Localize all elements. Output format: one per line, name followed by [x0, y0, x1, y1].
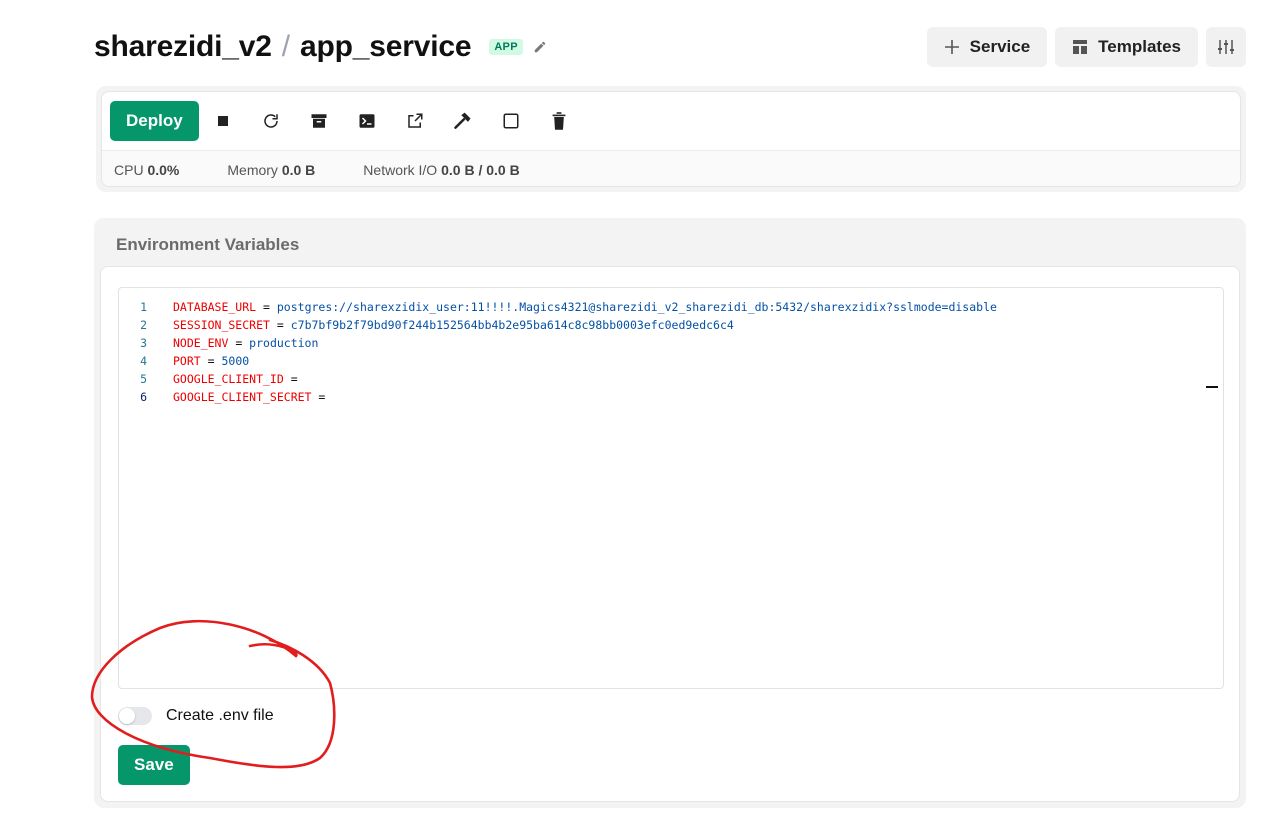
editor-line: 6 GOOGLE_CLIENT_SECRET =	[119, 388, 1223, 406]
environment-section: Environment Variables 1 DATABASE_URL = po…	[94, 218, 1246, 808]
edit-pencil-icon[interactable]	[533, 40, 547, 54]
service-type-badge: APP	[489, 39, 523, 55]
environment-card: 1 DATABASE_URL = postgres://sharexzidix_u…	[100, 266, 1240, 802]
line-number: 1	[140, 300, 147, 314]
create-env-file-row: Create .env file	[118, 707, 274, 725]
memory-value: 0.0 B	[281, 161, 316, 178]
editor-line: 2 SESSION_SECRET = c7b7bf9b2f79bd90f244b1…	[119, 316, 1223, 334]
env-equals: =	[200, 354, 222, 368]
env-equals: =	[311, 390, 326, 404]
cpu-stat: CPU 0.0%	[114, 162, 179, 178]
service-actions-panel: Deploy CPU 0.0% Memory 0.0 B Network I/O…	[96, 86, 1246, 192]
sliders-icon	[1217, 38, 1235, 56]
breadcrumb-separator: /	[281, 30, 291, 63]
env-key: GOOGLE_CLIENT_ID	[173, 372, 284, 386]
env-value: c7b7bf9b2f79bd90f244b152564bb4b2e95ba614…	[290, 318, 734, 332]
env-equals: =	[228, 336, 250, 350]
network-value: 0.0 B / 0.0 B	[441, 161, 520, 178]
create-env-file-toggle[interactable]	[118, 707, 152, 725]
env-value: 5000	[221, 354, 250, 368]
line-number: 6	[140, 390, 147, 404]
service-name: app_service	[300, 30, 472, 63]
resource-stats: CPU 0.0% Memory 0.0 B Network I/O 0.0 B …	[102, 150, 1240, 186]
env-key: NODE_ENV	[173, 336, 229, 350]
hammer-icon[interactable]	[439, 101, 487, 141]
templates-label: Templates	[1098, 37, 1181, 56]
section-title: Environment Variables	[116, 235, 300, 254]
templates-button[interactable]: Templates	[1055, 27, 1198, 67]
stop-icon[interactable]	[199, 101, 247, 141]
editor-line: 3 NODE_ENV = production	[119, 334, 1223, 352]
square-icon[interactable]	[487, 101, 535, 141]
template-icon	[1072, 39, 1088, 55]
line-number: 2	[140, 318, 147, 332]
cpu-value: 0.0%	[147, 161, 180, 178]
editor-line: 1 DATABASE_URL = postgres://sharexzidix_u…	[119, 298, 1223, 316]
env-key: SESSION_SECRET	[173, 318, 270, 332]
external-link-icon[interactable]	[391, 101, 439, 141]
page-header: sharezidi_v2 / app_service APP	[94, 26, 547, 68]
line-number: 4	[140, 354, 147, 368]
minimap-cursor-marker	[1206, 386, 1218, 388]
save-button[interactable]: Save	[118, 745, 190, 785]
env-value: postgres://sharexzidix_user:11!!!!.Magic…	[276, 300, 997, 314]
header-actions: Service Templates	[926, 27, 1246, 67]
env-equals: =	[283, 372, 298, 386]
terminal-icon[interactable]	[343, 101, 391, 141]
network-stat: Network I/O 0.0 B / 0.0 B	[363, 162, 519, 178]
network-label: Network I/O	[363, 161, 438, 178]
env-key: GOOGLE_CLIENT_SECRET	[173, 390, 312, 404]
env-equals: =	[269, 318, 291, 332]
create-env-file-label: Create .env file	[166, 707, 274, 724]
memory-stat: Memory 0.0 B	[227, 162, 315, 178]
cpu-label: CPU	[114, 161, 144, 178]
line-number: 3	[140, 336, 147, 350]
env-code-editor[interactable]: 1 DATABASE_URL = postgres://sharexzidix_u…	[118, 287, 1224, 689]
plus-icon	[944, 39, 960, 55]
service-toolbar: Deploy	[102, 92, 1240, 150]
settings-sliders-button[interactable]	[1206, 27, 1246, 67]
env-value: production	[249, 336, 319, 350]
add-service-button[interactable]: Service	[926, 27, 1048, 67]
trash-icon[interactable]	[535, 101, 583, 141]
line-number: 5	[140, 372, 147, 386]
env-key: DATABASE_URL	[173, 300, 257, 314]
env-key: PORT	[173, 354, 201, 368]
add-service-label: Service	[969, 37, 1031, 56]
project-name[interactable]: sharezidi_v2	[94, 30, 272, 64]
restart-icon[interactable]	[247, 101, 295, 141]
deploy-button[interactable]: Deploy	[110, 101, 199, 141]
archive-icon[interactable]	[295, 101, 343, 141]
memory-label: Memory	[227, 161, 278, 178]
service-actions-card: Deploy CPU 0.0% Memory 0.0 B Network I/O…	[101, 91, 1241, 187]
editor-line: 5 GOOGLE_CLIENT_ID =	[119, 370, 1223, 388]
editor-line: 4 PORT = 5000	[119, 352, 1223, 370]
env-equals: =	[256, 300, 277, 314]
